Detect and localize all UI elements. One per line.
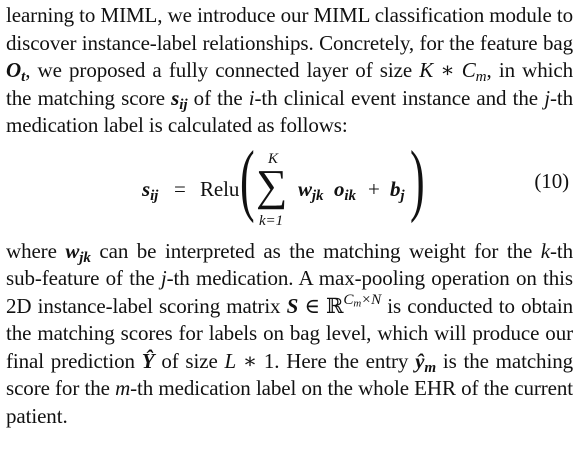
math-reals: ℝCm×N — [325, 292, 382, 318]
eq-sum-lower: k=1 — [259, 212, 283, 229]
text-run: where — [6, 238, 66, 263]
math-bag-symbol: Ot — [6, 58, 25, 84]
eq-feature: oik — [334, 176, 356, 204]
math-symbol: s — [142, 176, 151, 201]
math-symbol: C — [343, 292, 354, 309]
display-equation: sij = Relu ( K ∑ k=1 wjk oik + bj ) (10) — [6, 140, 573, 234]
math-subscript: m — [475, 68, 487, 85]
math-subscript: m — [424, 359, 437, 376]
math-matrix-S: S — [286, 293, 299, 318]
math-in: ∈ — [298, 293, 326, 318]
math-symbol: O — [6, 58, 22, 82]
math-entry-y: ŷm — [415, 348, 437, 376]
text-run: of the — [187, 85, 249, 110]
eq-right-paren: ) — [409, 135, 425, 224]
math-weight: wjk — [65, 238, 91, 266]
math-symbol: b — [390, 176, 401, 201]
text-run: of size — [154, 348, 225, 373]
eq-equals: = — [174, 176, 186, 201]
math-operator: ∗ — [433, 58, 462, 82]
paragraph-intro: learning to MIML, we introduce our MIML … — [6, 2, 573, 140]
math-prediction-Y: Ŷ — [141, 348, 155, 373]
eq-plus: + — [368, 176, 380, 201]
eq-relu: Relu — [200, 176, 240, 201]
math-symbol: w — [298, 176, 312, 201]
text-run: learning to MIML, we introduce our MIML … — [6, 3, 573, 55]
math-L: L — [224, 348, 237, 373]
math-subscript: ij — [150, 187, 159, 204]
eq-bias: bj — [390, 176, 405, 204]
math-size-C: Cm — [461, 58, 487, 85]
math-superscript: Cm×N — [343, 292, 382, 310]
math-symbol: o — [334, 176, 345, 201]
math-symbol: w — [65, 238, 80, 263]
math-symbol: C — [461, 58, 476, 82]
eq-sigma: ∑ — [256, 160, 288, 210]
eq-lhs: sij — [142, 176, 158, 204]
eq-left-paren: ( — [239, 135, 255, 224]
math-index-k: k — [540, 238, 550, 263]
math-index-m: m — [115, 376, 131, 400]
math-subscript: jk — [79, 249, 91, 266]
text-run: can be interpreted as the matching weigh… — [90, 238, 541, 263]
paper-page: learning to MIML, we introduce our MIML … — [0, 0, 581, 459]
equation-number: (10) — [534, 168, 569, 193]
math-score-symbol: sij — [171, 86, 187, 112]
text-run: ∗ 1. Here the entry — [236, 348, 416, 373]
text-run: , we proposed a fully connected layer of… — [25, 58, 420, 82]
math-subscript: m — [353, 297, 362, 310]
equation-body: sij = Relu ( K ∑ k=1 wjk oik + bj ) — [142, 140, 442, 229]
math-subscript: jk — [311, 187, 324, 204]
paragraph-explanation: where wjk can be interpreted as the matc… — [6, 238, 573, 431]
math-symbol: ℝ — [325, 293, 344, 318]
math-subscript: ik — [344, 187, 356, 204]
math-symbol: ×N — [361, 292, 382, 309]
math-size-K: K — [419, 58, 434, 82]
math-symbol: ŷ — [415, 348, 425, 373]
eq-weight: wjk — [298, 176, 324, 204]
math-subscript: j — [400, 187, 405, 204]
text-run: -th clinical event instance and the — [254, 85, 545, 110]
